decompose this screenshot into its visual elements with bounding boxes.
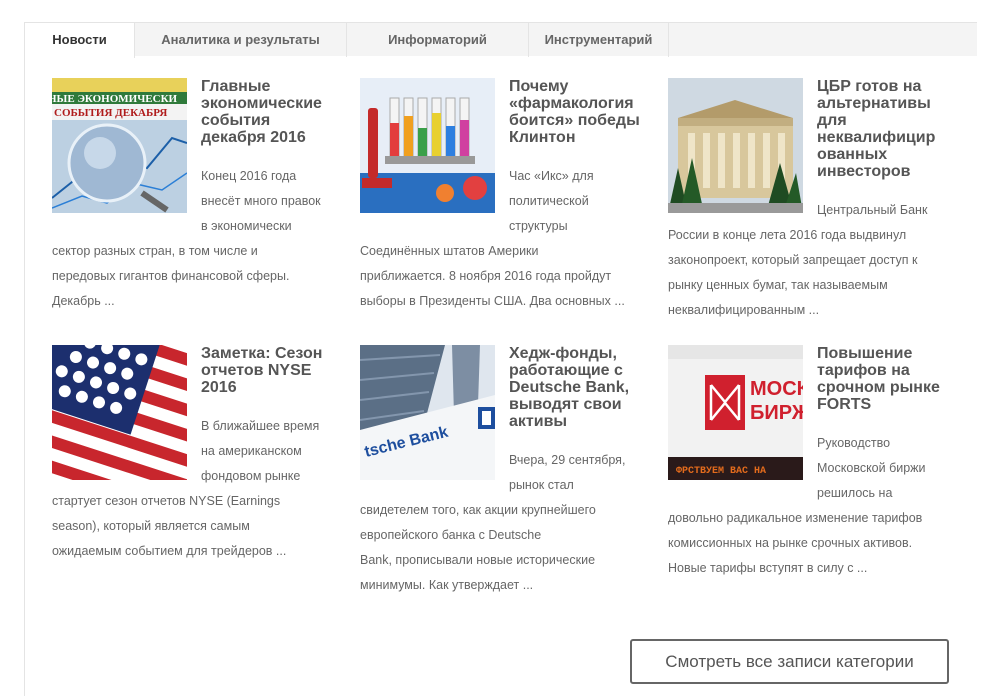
image-caption: НЫЕ ЭКОНОМИЧЕСКИ — [52, 93, 178, 105]
view-all-category-button[interactable]: Смотреть все записи категории — [630, 639, 949, 684]
tab-informatorium[interactable]: Информаторий — [347, 23, 529, 57]
article-title[interactable]: Заметка: Сезон отчетов NYSE 2016 — [201, 345, 346, 396]
category-tabs: Новости Аналитика и результаты Информато… — [25, 22, 977, 58]
image-caption: БИРЖ — [750, 402, 803, 424]
article-title[interactable]: Хедж-фонды, работающие с Deutsche Bank, … — [509, 345, 654, 430]
image-caption: МОСК — [750, 378, 803, 400]
article-excerpt: Конец 2016 года внесёт много правок в эк… — [52, 169, 321, 308]
article-excerpt: Вчера, 29 сентября, рынок стал свидетеле… — [360, 453, 626, 592]
tab-analytics[interactable]: Аналитика и результаты — [135, 23, 347, 57]
image-caption: СОБЫТИЯ ДЕКАБРЯ — [54, 107, 167, 119]
article-title[interactable]: ЦБР готов на альтернативы для неквалифиц… — [817, 78, 962, 180]
article-title[interactable]: Главные экономические события декабря 20… — [201, 78, 346, 146]
article-excerpt: Час «Икс» для политической структуры Сое… — [360, 169, 625, 308]
article-excerpt: Руководство Московской биржи решилось на… — [668, 436, 926, 575]
tab-news[interactable]: Новости — [25, 23, 135, 58]
article-title[interactable]: Почему «фармакология боится» победы Клин… — [509, 78, 654, 146]
article-excerpt: Центральный Банк России в конце лета 201… — [668, 203, 928, 317]
article-excerpt: В ближайшее время на американском фондов… — [52, 419, 320, 558]
article-image[interactable] — [668, 78, 803, 213]
article-title[interactable]: Повышение тарифов на срочном рынке FORTS — [817, 345, 962, 413]
tab-tools[interactable]: Инструментарий — [529, 23, 669, 57]
